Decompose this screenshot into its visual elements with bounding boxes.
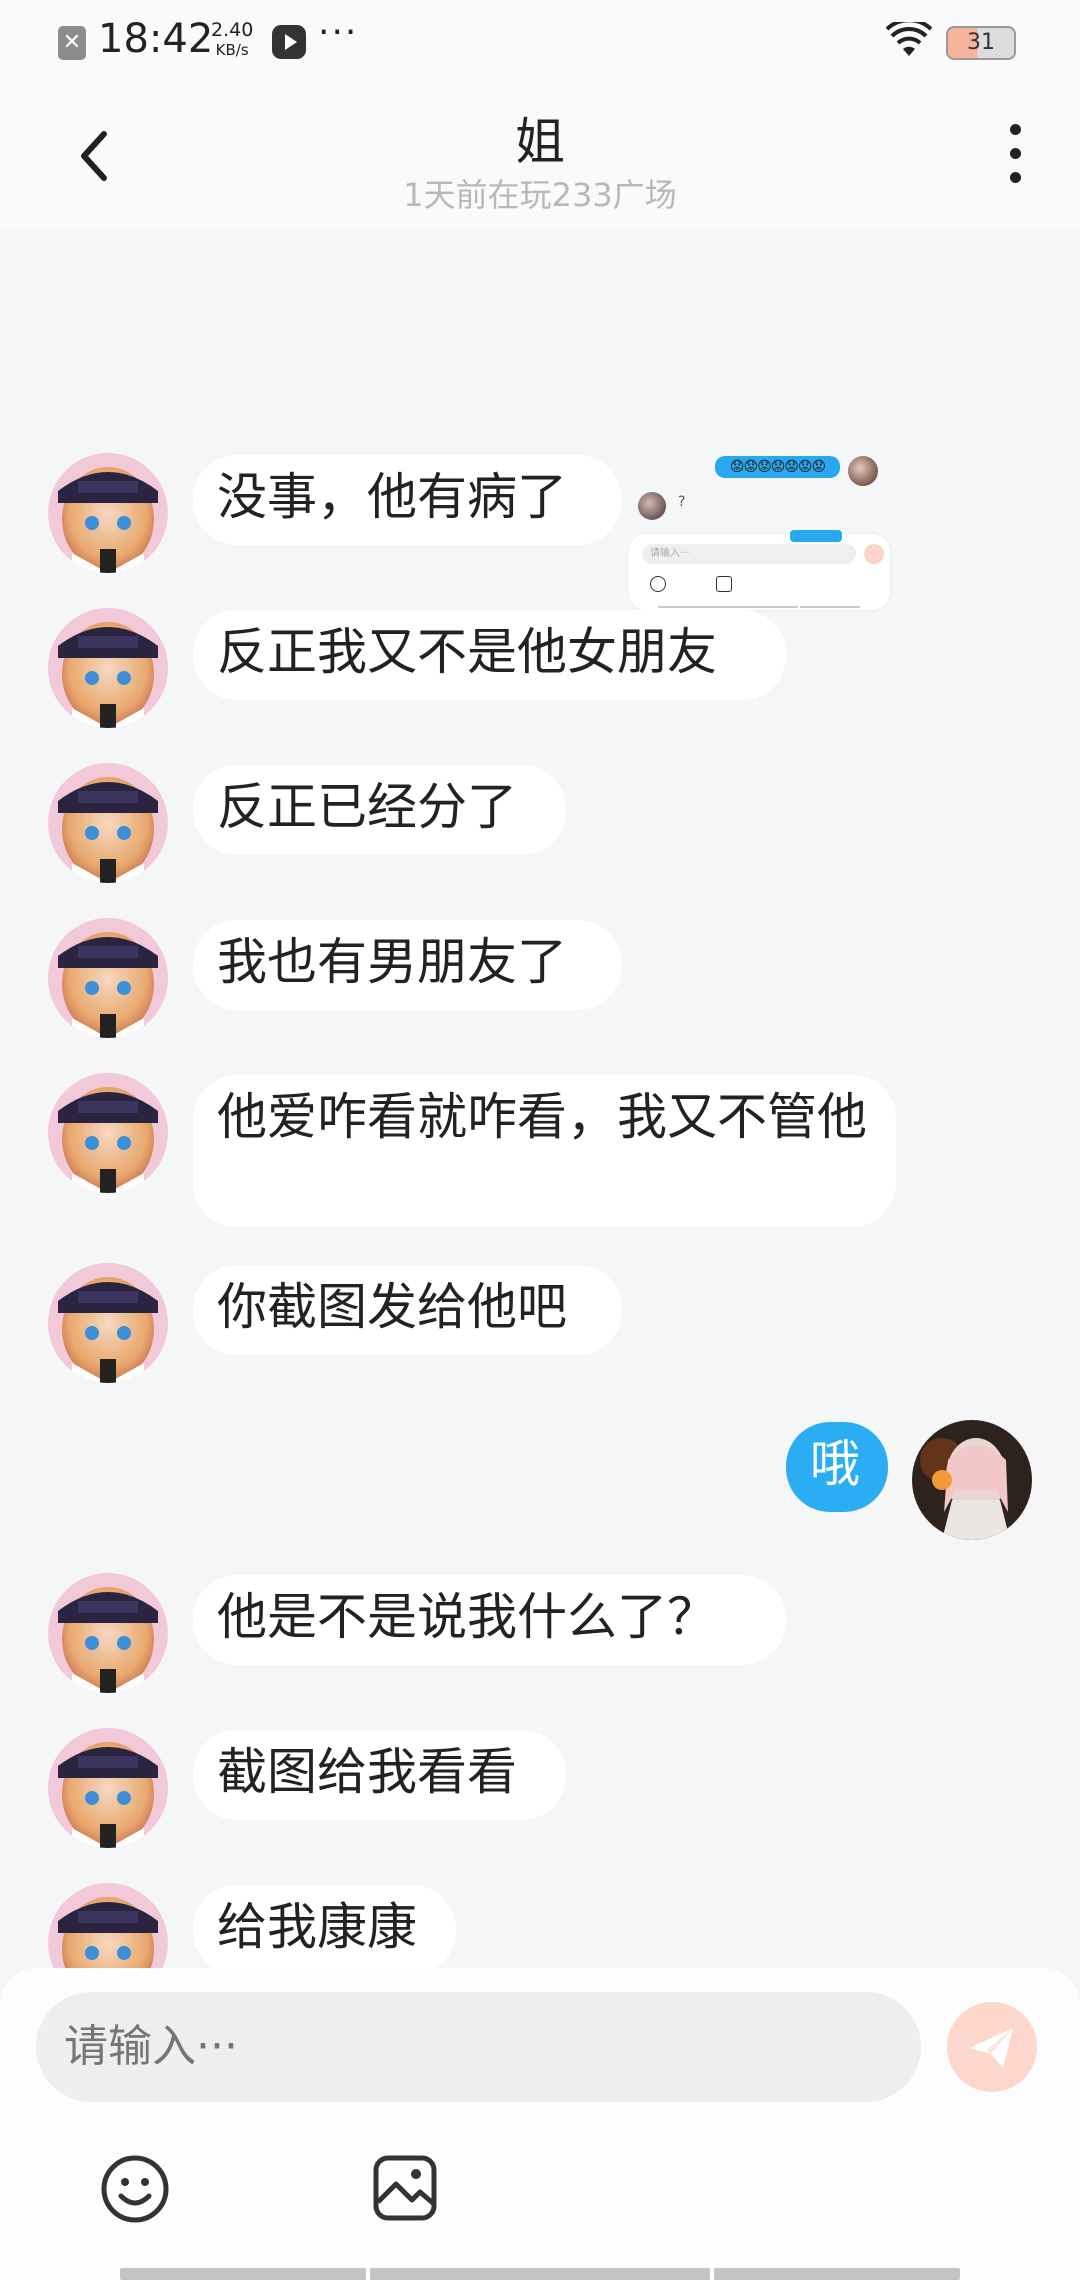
network-speed-value: 2.40 xyxy=(211,19,254,41)
status-time: 18:42 xyxy=(98,16,214,62)
network-speed-unit: KB/s xyxy=(215,41,249,59)
message-row-received: 他是不是说我什么了？ xyxy=(0,1573,1080,1693)
emoji-icon[interactable] xyxy=(100,2154,170,2224)
nav-bar-segment xyxy=(120,2268,366,2280)
avatar[interactable] xyxy=(48,1883,168,1968)
message-bubble[interactable]: 他爱咋看就咋看，我又不管他 xyxy=(193,1075,896,1227)
message-row-received: 给我康康 xyxy=(0,1883,1080,1968)
message-bubble[interactable]: 我也有男朋友了 xyxy=(193,920,622,1010)
preview-emoji-icon xyxy=(650,576,666,592)
network-speed: 2.40 KB/s xyxy=(211,20,253,60)
media-play-icon xyxy=(272,25,306,59)
wifi-icon xyxy=(886,22,932,56)
notification-close-icon: ✕ xyxy=(58,26,86,60)
nav-bar-segment xyxy=(714,2268,960,2280)
avatar[interactable] xyxy=(48,1263,168,1383)
preview-input: 请输入··· xyxy=(642,544,856,564)
contact-name: 姐 xyxy=(515,113,565,171)
nav-bar-segment xyxy=(370,2268,710,2280)
message-row-received: 你截图发给他吧 xyxy=(0,1263,1080,1383)
preview-image-icon xyxy=(716,576,732,592)
battery-indicator: 31 xyxy=(946,26,1016,60)
send-button[interactable] xyxy=(947,2002,1037,2092)
message-row-received: 反正我又不是他女朋友 xyxy=(0,608,1080,728)
message-bubble[interactable]: 给我康康 xyxy=(193,1885,456,1968)
message-bubble[interactable]: 反正已经分了 xyxy=(193,765,566,855)
image-icon[interactable] xyxy=(372,2154,438,2222)
send-icon xyxy=(969,2028,1013,2068)
message-row-received: 没事，他有病了 xyxy=(0,453,1080,573)
preview-input-panel: 请输入··· xyxy=(628,534,890,610)
avatar[interactable] xyxy=(48,763,168,883)
message-list[interactable]: 😟😟😟😟😟😟😟 ? 请输入··· 没事，他有病了 反正我又不是他女朋友 反正已经分了… xyxy=(0,228,1080,1968)
message-input[interactable] xyxy=(36,1992,921,2102)
message-bubble[interactable]: 他是不是说我什么了？ xyxy=(193,1575,786,1665)
message-row-received: 反正已经分了 xyxy=(0,763,1080,883)
message-row-received: 他爱咋看就咋看，我又不管他 xyxy=(0,1073,1080,1227)
avatar[interactable] xyxy=(48,1073,168,1193)
avatar[interactable] xyxy=(48,1728,168,1848)
message-bubble[interactable]: 你截图发给他吧 xyxy=(193,1265,622,1355)
more-icon[interactable] xyxy=(1000,124,1030,188)
status-more-icon: ··· xyxy=(318,12,359,53)
message-bubble[interactable]: 没事，他有病了 xyxy=(193,455,622,545)
message-bubble[interactable]: 反正我又不是他女朋友 xyxy=(193,610,786,700)
avatar[interactable] xyxy=(48,918,168,1038)
preview-send-icon xyxy=(864,544,884,564)
message-row-received: 我也有男朋友了 xyxy=(0,918,1080,1038)
message-bubble[interactable]: 哦 xyxy=(786,1422,888,1512)
contact-status: 1天前在玩233广场 xyxy=(403,176,677,214)
avatar[interactable] xyxy=(48,608,168,728)
status-bar: ✕ 18:42 2.40 KB/s ··· 31 xyxy=(0,0,1080,84)
message-row-sent: 哦 xyxy=(0,1420,1080,1540)
avatar[interactable] xyxy=(48,1573,168,1693)
message-bubble[interactable]: 截图给我看看 xyxy=(193,1730,566,1820)
message-row-received: 截图给我看看 xyxy=(0,1728,1080,1848)
chat-header: 姐 1天前在玩233广场 xyxy=(0,84,1080,228)
avatar[interactable] xyxy=(912,1420,1032,1540)
input-bar xyxy=(0,1968,1080,2280)
avatar[interactable] xyxy=(48,453,168,573)
